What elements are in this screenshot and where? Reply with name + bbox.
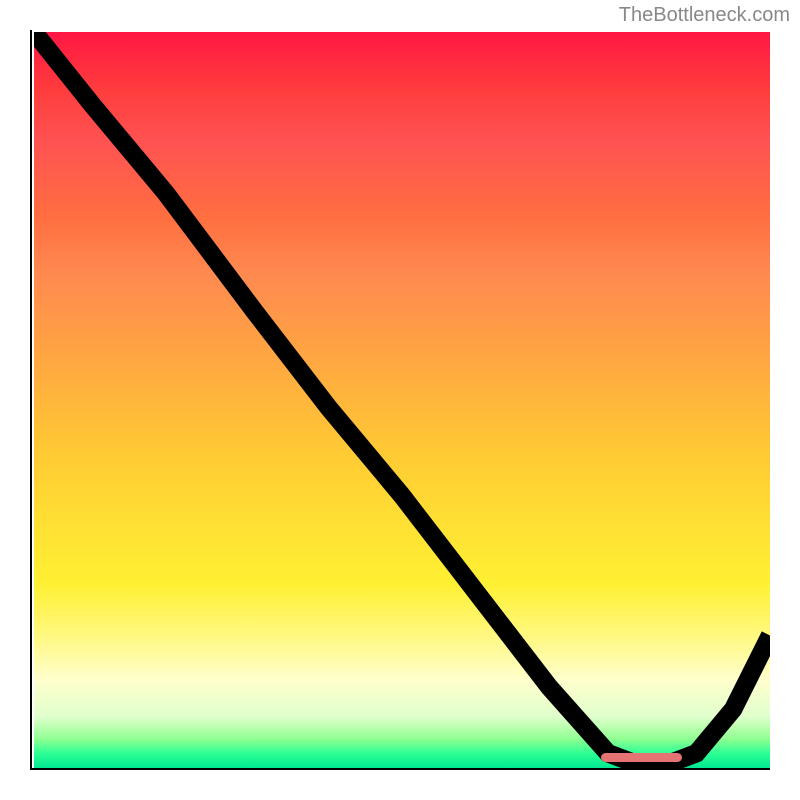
optimal-range-marker xyxy=(601,753,682,762)
plot-area xyxy=(34,32,770,768)
curve-svg xyxy=(34,32,770,768)
bottleneck-curve xyxy=(34,32,770,764)
watermark-text: TheBottleneck.com xyxy=(619,4,790,27)
chart-frame xyxy=(30,30,770,770)
